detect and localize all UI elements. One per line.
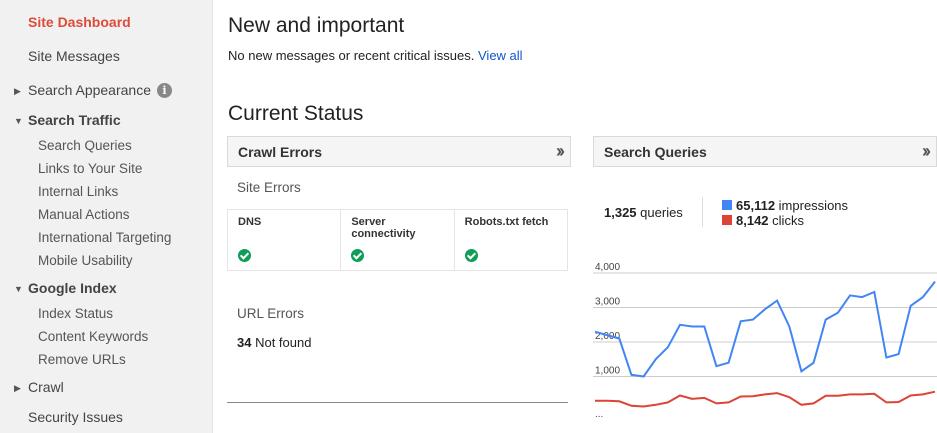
clicks-swatch — [722, 215, 732, 225]
y-tick-label: 1,000 — [595, 366, 620, 377]
clicks-series-line — [595, 390, 936, 408]
y-tick-label: 3,000 — [595, 297, 620, 308]
check-circle-icon — [238, 249, 251, 262]
sidebar-item-site-dashboard[interactable]: Site Dashboard — [28, 14, 131, 30]
double-chevron-right-icon[interactable]: ›› — [556, 141, 565, 162]
x-axis-ellipsis: ... — [595, 409, 603, 420]
queries-count: 1,325 — [604, 205, 637, 220]
caret-right-icon: ▶ — [14, 383, 21, 393]
new-and-important-text: No new messages or recent critical issue… — [228, 48, 523, 63]
site-errors-table: DNS Server connectivity Robots.txt fetch — [227, 209, 568, 271]
sidebar-item-internal-links[interactable]: Internal Links — [38, 184, 118, 199]
new-and-important-title: New and important — [228, 14, 405, 37]
summary-separator — [702, 197, 703, 227]
search-queries-header[interactable]: Search Queries ›› — [593, 136, 937, 167]
dns-label: DNS — [238, 216, 262, 228]
sidebar-item-search-appearance[interactable]: ▶ Search Appearance i — [14, 82, 172, 98]
queries-label: queries — [640, 205, 683, 220]
search-queries-title: Search Queries — [604, 144, 707, 160]
impressions-count: 65,112 — [736, 198, 776, 213]
sidebar-item-international-targeting[interactable]: International Targeting — [38, 230, 171, 245]
notice-text: No new messages or recent critical issue… — [228, 48, 475, 63]
sidebar-item-manual-actions[interactable]: Manual Actions — [38, 207, 130, 222]
caret-down-icon: ▼ — [14, 284, 23, 294]
crawl-errors-header[interactable]: Crawl Errors ›› — [227, 136, 571, 167]
sidebar-item-security-issues[interactable]: Security Issues — [28, 409, 123, 425]
clicks-legend: 8,142 clicks — [722, 213, 804, 228]
view-all-link[interactable]: View all — [478, 48, 523, 63]
not-found-summary[interactable]: 34 Not found — [237, 335, 311, 350]
not-found-label: Not found — [255, 335, 312, 350]
clicks-label: clicks — [772, 213, 804, 228]
sidebar-item-index-status[interactable]: Index Status — [38, 306, 113, 321]
impressions-swatch — [722, 200, 732, 210]
sidebar-item-label: Search Appearance — [28, 82, 151, 98]
impressions-legend: 65,112 impressions — [722, 198, 848, 213]
info-icon[interactable]: i — [156, 83, 172, 98]
y-tick-label: 4,000 — [595, 262, 620, 273]
sidebar-item-search-queries[interactable]: Search Queries — [38, 138, 132, 153]
sidebar-section-label: Google Index — [28, 280, 117, 296]
double-chevron-right-icon[interactable]: ›› — [922, 141, 931, 162]
sidebar-item-crawl[interactable]: ▶ Crawl — [14, 379, 64, 395]
sidebar-section-search-traffic[interactable]: ▼ Search Traffic — [14, 112, 121, 128]
sidebar-item-content-keywords[interactable]: Content Keywords — [38, 329, 148, 344]
sidebar-item-label: Crawl — [28, 379, 64, 395]
sidebar-section-google-index[interactable]: ▼ Google Index — [14, 280, 117, 296]
server-label-line1: Server — [351, 216, 386, 228]
current-status-title: Current Status — [228, 102, 364, 125]
sidebar-item-mobile-usability[interactable]: Mobile Usability — [38, 253, 133, 268]
robots-label: Robots.txt fetch — [464, 216, 549, 228]
impressions-label: impressions — [778, 198, 849, 213]
sidebar: Site Dashboard Site Messages ▶ Search App… — [0, 0, 213, 433]
check-circle-icon — [464, 249, 478, 262]
divider — [227, 402, 568, 403]
server-connectivity-cell: Server connectivity — [341, 210, 455, 270]
search-queries-chart: 4,000 3,000 2,000 1,000... — [593, 262, 937, 433]
sidebar-item-links-to-your-site[interactable]: Links to Your Site — [38, 161, 142, 176]
not-found-count: 34 — [237, 335, 252, 350]
dns-cell: DNS — [228, 210, 342, 270]
check-circle-icon — [351, 249, 365, 262]
server-label-line2: connectivity — [351, 228, 416, 240]
robots-fetch-cell: Robots.txt fetch — [455, 210, 567, 270]
queries-summary: 1,325 queries — [604, 205, 683, 220]
sidebar-item-remove-urls[interactable]: Remove URLs — [38, 352, 126, 367]
sidebar-item-site-messages[interactable]: Site Messages — [28, 48, 120, 64]
clicks-count: 8,142 — [736, 213, 769, 228]
line-chart: 4,0003,0002,0001,000... — [593, 262, 937, 420]
caret-right-icon: ▶ — [14, 86, 21, 96]
crawl-errors-title: Crawl Errors — [238, 144, 323, 160]
sidebar-section-label: Search Traffic — [28, 112, 121, 128]
caret-down-icon: ▼ — [14, 116, 23, 126]
site-errors-label: Site Errors — [237, 180, 301, 195]
impressions-series-line — [594, 280, 936, 378]
url-errors-label: URL Errors — [237, 306, 305, 321]
